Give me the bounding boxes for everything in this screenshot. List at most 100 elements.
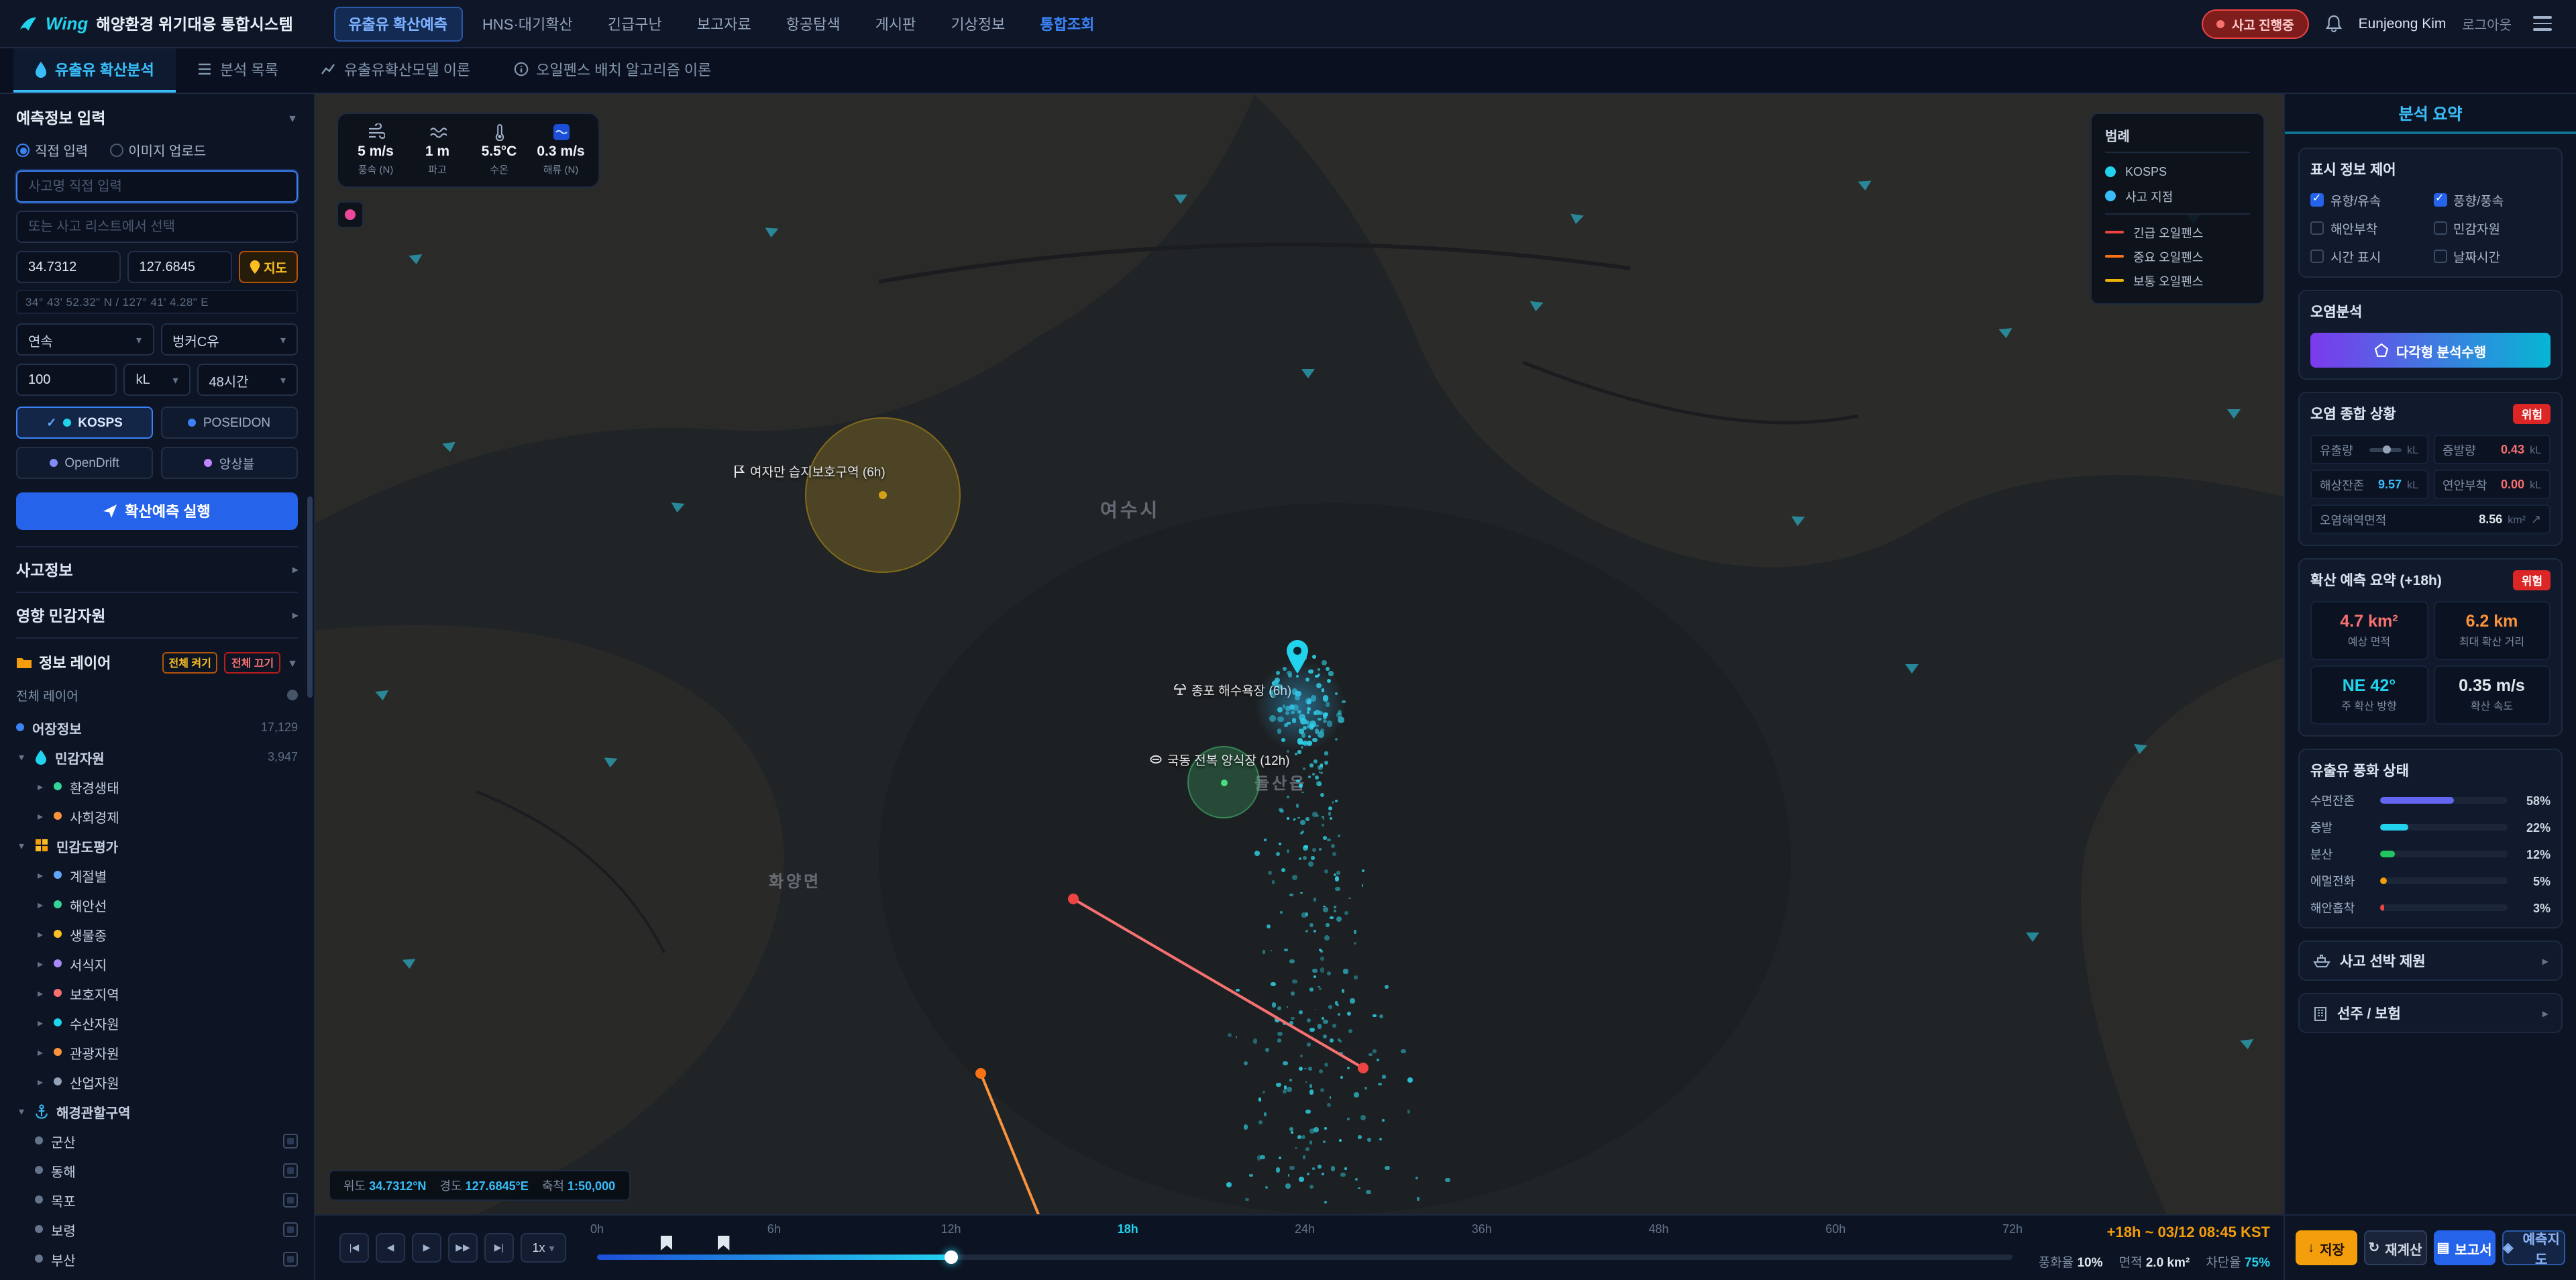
play-button[interactable]: ▶ bbox=[412, 1233, 441, 1263]
nav-item-oil-spill-prediction[interactable]: 유출유 확산예측 bbox=[333, 6, 462, 41]
model-chip-kosps[interactable]: ✓KOSPS bbox=[16, 407, 153, 439]
tick-6h[interactable]: 6h bbox=[767, 1222, 781, 1236]
owner-insurance-section[interactable]: 선주 / 보험 ▸ bbox=[2298, 993, 2563, 1033]
skip-start-button[interactable]: |◀ bbox=[339, 1233, 369, 1263]
timeline-track[interactable] bbox=[597, 1255, 2012, 1260]
layer-style-icon[interactable] bbox=[283, 1192, 298, 1207]
bookmark-icon[interactable] bbox=[661, 1236, 673, 1250]
draw-tool-button[interactable] bbox=[337, 201, 364, 228]
nav-item-hns[interactable]: HNS·대기확산 bbox=[468, 6, 588, 41]
layer-group-sensitivity-index[interactable]: ▾ 민감도평가 bbox=[16, 831, 298, 860]
amount-mini-slider[interactable] bbox=[2369, 447, 2402, 451]
tick-72h[interactable]: 72h bbox=[2002, 1222, 2023, 1236]
tick-0h[interactable]: 0h bbox=[590, 1222, 604, 1236]
layer-style-icon[interactable] bbox=[283, 1222, 298, 1236]
tab-analysis-list[interactable]: 분석 목록 bbox=[176, 48, 300, 93]
notification-bell-icon[interactable] bbox=[2325, 14, 2343, 33]
incident-location-pin[interactable] bbox=[1284, 639, 1311, 680]
unit-select[interactable]: kL▾ bbox=[124, 364, 191, 396]
marker-label-farm[interactable]: 국동 전복 양식장 (12h) bbox=[1150, 750, 1290, 769]
tick-18h[interactable]: 18h bbox=[1118, 1222, 1138, 1236]
layer-item-eco[interactable]: ▸환경생태 bbox=[16, 771, 298, 801]
nav-item-integrated-search[interactable]: 통합조회 bbox=[1025, 6, 1109, 41]
tick-60h[interactable]: 60h bbox=[1825, 1222, 1845, 1236]
checkbox-datetime[interactable]: 날짜시간 bbox=[2433, 247, 2551, 266]
layer-item-fishery[interactable]: 어장정보 17,129 bbox=[16, 712, 298, 742]
tick-24h[interactable]: 24h bbox=[1295, 1222, 1315, 1236]
all-layers-off-button[interactable]: 전체 끄기 bbox=[225, 652, 280, 674]
layer-style-icon[interactable] bbox=[283, 1163, 298, 1177]
step-back-button[interactable]: ◀ bbox=[376, 1233, 405, 1263]
layer-item-coastline[interactable]: ▸해안선 bbox=[16, 890, 298, 919]
ship-specs-section[interactable]: 사고 선박 제원 ▸ bbox=[2298, 941, 2563, 981]
layer-group-coast-guard[interactable]: ▾ 해경관할구역 bbox=[16, 1096, 298, 1126]
tick-36h[interactable]: 36h bbox=[1472, 1222, 1492, 1236]
timeline-handle[interactable] bbox=[945, 1250, 958, 1264]
save-button[interactable]: ↓저장 bbox=[2296, 1230, 2357, 1265]
accident-info-section[interactable]: 사고정보▸ bbox=[16, 546, 298, 592]
layer-item-habitat[interactable]: ▸서식지 bbox=[16, 949, 298, 978]
nav-item-reports[interactable]: 보고자료 bbox=[682, 6, 766, 41]
fast-forward-button[interactable]: ▶▶ bbox=[448, 1233, 478, 1263]
checkbox-shore-adhesion[interactable]: 해안부착 bbox=[2310, 219, 2428, 237]
map-canvas[interactable]: 여수시 화양면 돌산읍 여자만 습지보호구역 (6h) 종포 해수욕장 (6h)… bbox=[315, 94, 2284, 1214]
tick-48h[interactable]: 48h bbox=[1648, 1222, 1668, 1236]
layer-toggle[interactable] bbox=[287, 690, 298, 700]
all-layers-on-button[interactable]: 전체 켜기 bbox=[162, 652, 217, 674]
model-chip-ensemble[interactable]: 앙상블 bbox=[161, 447, 298, 479]
model-chip-opendrift[interactable]: OpenDrift bbox=[16, 447, 153, 479]
radio-image-upload[interactable]: 이미지 업로드 bbox=[109, 140, 206, 160]
marker-label-wetland[interactable]: 여자만 습지보호구역 (6h) bbox=[734, 462, 885, 480]
layer-item-fishery-resources[interactable]: ▸수산자원 bbox=[16, 1008, 298, 1037]
prediction-input-header[interactable]: 예측정보 입력 ▼ bbox=[16, 107, 298, 129]
spill-amount-input[interactable] bbox=[16, 364, 117, 396]
accident-name-input[interactable] bbox=[16, 170, 298, 203]
playback-speed-select[interactable]: 1x▾ bbox=[521, 1233, 566, 1263]
tab-boom-algorithm-theory[interactable]: 오일펜스 배치 알고리즘 이론 bbox=[492, 48, 733, 93]
checkbox-wind-vector[interactable]: 풍향/풍속 bbox=[2433, 191, 2551, 209]
skip-end-button[interactable]: ▶| bbox=[484, 1233, 514, 1263]
layer-item-seasonal[interactable]: ▸계절별 bbox=[16, 860, 298, 890]
polygon-analysis-button[interactable]: 다각형 분석수행 bbox=[2310, 333, 2551, 368]
impact-resources-section[interactable]: 영향 민감자원▸ bbox=[16, 592, 298, 637]
oil-type-select[interactable]: 벙커C유▾ bbox=[160, 323, 298, 356]
accident-list-select[interactable] bbox=[16, 211, 298, 243]
run-prediction-button[interactable]: 확산예측 실행 bbox=[16, 492, 298, 530]
layer-style-icon[interactable] bbox=[283, 1251, 298, 1266]
layer-region-boryeong[interactable]: 보령 bbox=[16, 1214, 298, 1244]
layer-item-socioeconomic[interactable]: ▸사회경제 bbox=[16, 801, 298, 831]
layer-group-sensitive-resources[interactable]: ▾ 민감자원 3,947 bbox=[16, 742, 298, 771]
layer-item-protected-area[interactable]: ▸보호지역 bbox=[16, 978, 298, 1008]
expand-icon[interactable]: ↗ bbox=[2531, 512, 2541, 527]
tab-model-theory[interactable]: 유출유확산모델 이론 bbox=[300, 48, 492, 93]
layer-item-tourism[interactable]: ▸관광자원 bbox=[16, 1037, 298, 1067]
bookmark-icon[interactable] bbox=[717, 1236, 729, 1250]
pick-on-map-button[interactable]: 지도 bbox=[238, 251, 298, 283]
layer-region-busan[interactable]: 부산 bbox=[16, 1244, 298, 1273]
layer-region-donghae[interactable]: 동해 bbox=[16, 1155, 298, 1185]
report-button[interactable]: ▤보고서 bbox=[2434, 1230, 2495, 1265]
layer-style-icon[interactable] bbox=[283, 1133, 298, 1148]
layer-region-gunsan[interactable]: 군산 bbox=[16, 1126, 298, 1155]
prediction-map-button[interactable]: ◈예측지도 bbox=[2502, 1230, 2565, 1265]
layer-item-industry[interactable]: ▸산업자원 bbox=[16, 1067, 298, 1096]
logout-button[interactable]: 로그아웃 bbox=[2462, 13, 2512, 34]
radio-direct-input[interactable]: 직접 입력 bbox=[16, 140, 88, 160]
info-layers-header[interactable]: 정보 레이어 전체 켜기 전체 끄기 ▼ bbox=[16, 637, 298, 674]
layer-region-mokpo[interactable]: 목포 bbox=[16, 1185, 298, 1214]
incident-status-badge[interactable]: 사고 진행중 bbox=[2202, 9, 2309, 38]
nav-item-board[interactable]: 게시판 bbox=[861, 6, 931, 41]
sidebar-scrollbar[interactable] bbox=[307, 496, 313, 698]
wetland-protection-area[interactable] bbox=[805, 417, 961, 573]
tick-12h[interactable]: 12h bbox=[941, 1222, 961, 1236]
checkbox-current-vector[interactable]: 유향/유속 bbox=[2310, 191, 2428, 209]
nav-item-rescue[interactable]: 긴급구난 bbox=[593, 6, 677, 41]
duration-select[interactable]: 48시간▾ bbox=[197, 364, 298, 396]
spill-type-select[interactable]: 연속▾ bbox=[16, 323, 154, 356]
menu-icon[interactable] bbox=[2528, 11, 2557, 36]
recalculate-button[interactable]: ↻재계산 bbox=[2363, 1230, 2427, 1265]
nav-item-weather[interactable]: 기상정보 bbox=[936, 6, 1020, 41]
longitude-input[interactable] bbox=[127, 251, 232, 283]
tab-diffusion-analysis[interactable]: 유출유 확산분석 bbox=[13, 48, 176, 93]
model-chip-poseidon[interactable]: POSEIDON bbox=[161, 407, 298, 439]
